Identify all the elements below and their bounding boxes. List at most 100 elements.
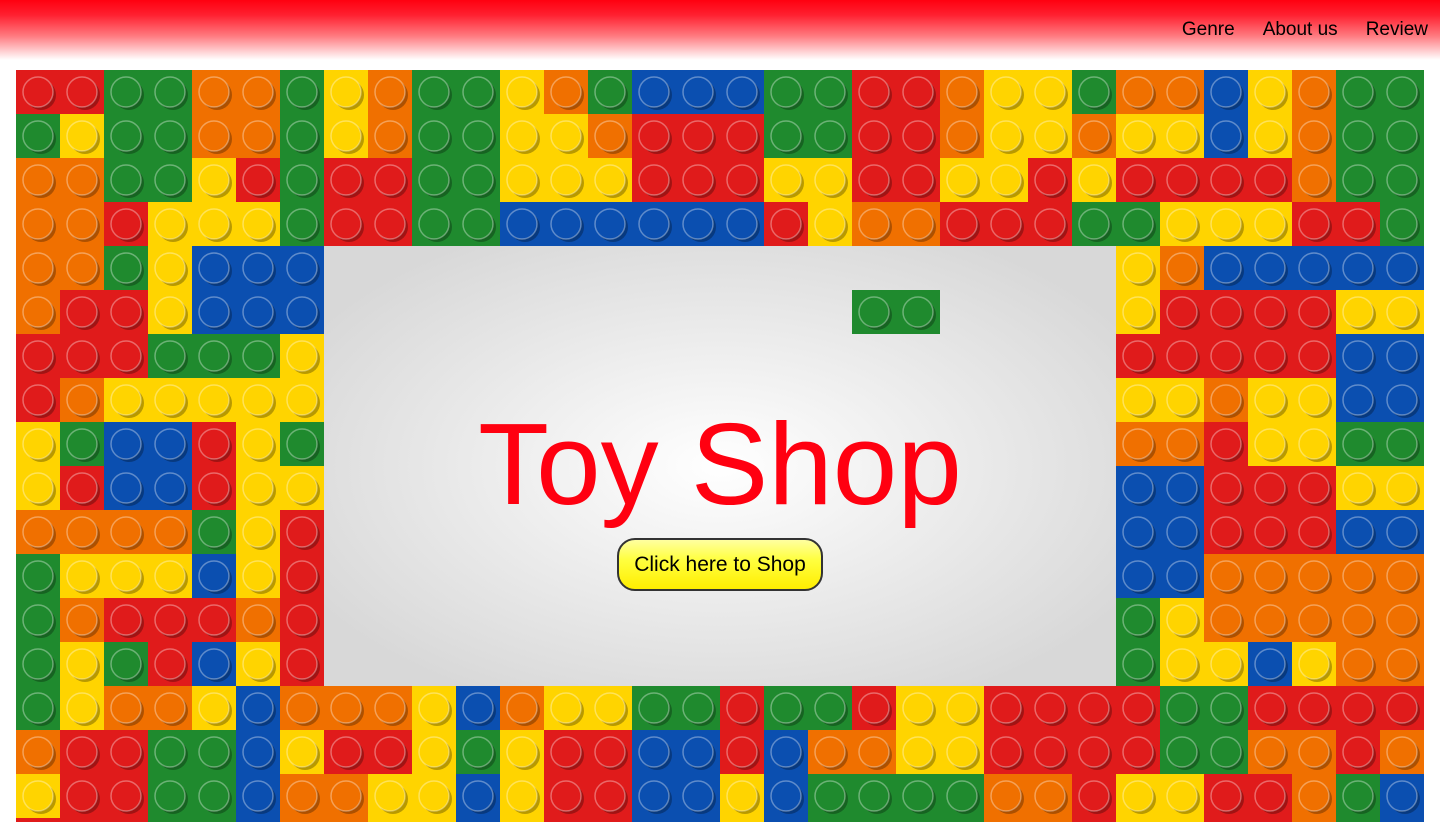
brick-stud [1210,604,1242,636]
brick-cell [720,818,764,822]
brick-stud [66,296,98,328]
brick-stud [550,164,582,196]
brick-stud [286,648,318,680]
brick-stud [242,164,274,196]
brick-stud [1166,296,1198,328]
brick-stud [858,780,890,812]
brick-stud [110,120,142,152]
brick-stud [374,736,406,768]
brick-stud [1342,76,1374,108]
brick-stud [1122,208,1154,240]
brick-stud [110,340,142,372]
brick-stud [682,76,714,108]
brick-stud [1078,208,1110,240]
top-header-bar: Genre About us Review [0,0,1440,60]
brick-stud [1386,76,1418,108]
brick-stud [858,208,890,240]
brick-stud [638,780,670,812]
brick-stud [374,76,406,108]
brick-cell [1072,818,1116,822]
brick-stud [1210,76,1242,108]
brick-stud [594,208,626,240]
brick-stud [1122,736,1154,768]
brick-cell [192,818,236,822]
brick-stud [594,164,626,196]
brick-stud [286,736,318,768]
brick-stud [946,692,978,724]
brick-cell [1028,818,1072,822]
brick-cell [852,818,896,822]
brick-cell [1380,818,1424,822]
brick-stud [110,604,142,636]
brick-stud [682,736,714,768]
brick-stud [770,164,802,196]
brick-stud [990,208,1022,240]
brick-stud [1166,736,1198,768]
brick-stud [1254,76,1286,108]
brick-stud [990,780,1022,812]
brick-stud [902,120,934,152]
brick-stud [682,780,714,812]
brick-stud [682,120,714,152]
brick-stud [858,692,890,724]
brick-stud [154,736,186,768]
shop-button[interactable]: Click here to Shop [617,538,823,591]
brick-stud [990,736,1022,768]
brick-cell [368,818,412,822]
brick-stud [22,604,54,636]
brick-stud [418,120,450,152]
brick-stud [550,736,582,768]
brick-stud [1210,648,1242,680]
brick-stud [1342,604,1374,636]
brick-stud [22,736,54,768]
brick-stud [594,692,626,724]
brick-stud [1034,692,1066,724]
brick-stud [198,780,230,812]
brick-stud [66,252,98,284]
brick-cell [60,818,104,822]
brick-stud [462,76,494,108]
nav-link-genre[interactable]: Genre [1182,18,1235,42]
brick-stud [22,560,54,592]
brick-stud [66,736,98,768]
brick-stud [1342,692,1374,724]
brick-stud [286,560,318,592]
brick-stud [1122,780,1154,812]
brick-cell [1116,818,1160,822]
brick-stud [1122,604,1154,636]
brick-cell [1204,818,1248,822]
brick-stud [946,780,978,812]
brick-stud [418,736,450,768]
nav-link-review[interactable]: Review [1366,18,1428,42]
brick-stud [462,164,494,196]
brick-stud [1210,252,1242,284]
brick-stud [1298,164,1330,196]
hero-section: Toy Shop Click here to Shop [16,70,1424,822]
brick-stud [1386,164,1418,196]
brick-stud [858,120,890,152]
brick-stud [726,120,758,152]
brick-stud [1210,780,1242,812]
brick-stud [506,76,538,108]
brick-stud [1254,164,1286,196]
brick-stud [154,604,186,636]
brick-stud [1034,208,1066,240]
brick-stud [638,692,670,724]
brick-stud [330,736,362,768]
nav-link-about-us[interactable]: About us [1263,18,1338,42]
brick-stud [198,164,230,196]
brick-stud [990,164,1022,196]
brick-stud [1298,692,1330,724]
brick-stud [286,164,318,196]
brick-stud [946,736,978,768]
brick-stud [1078,120,1110,152]
brick-stud [22,340,54,372]
brick-stud [22,780,54,812]
brick-stud [1034,736,1066,768]
brick-stud [682,208,714,240]
brick-stud [154,120,186,152]
brick-stud [770,120,802,152]
brick-stud [550,76,582,108]
brick-stud [154,560,186,592]
brick-stud [1342,560,1374,592]
